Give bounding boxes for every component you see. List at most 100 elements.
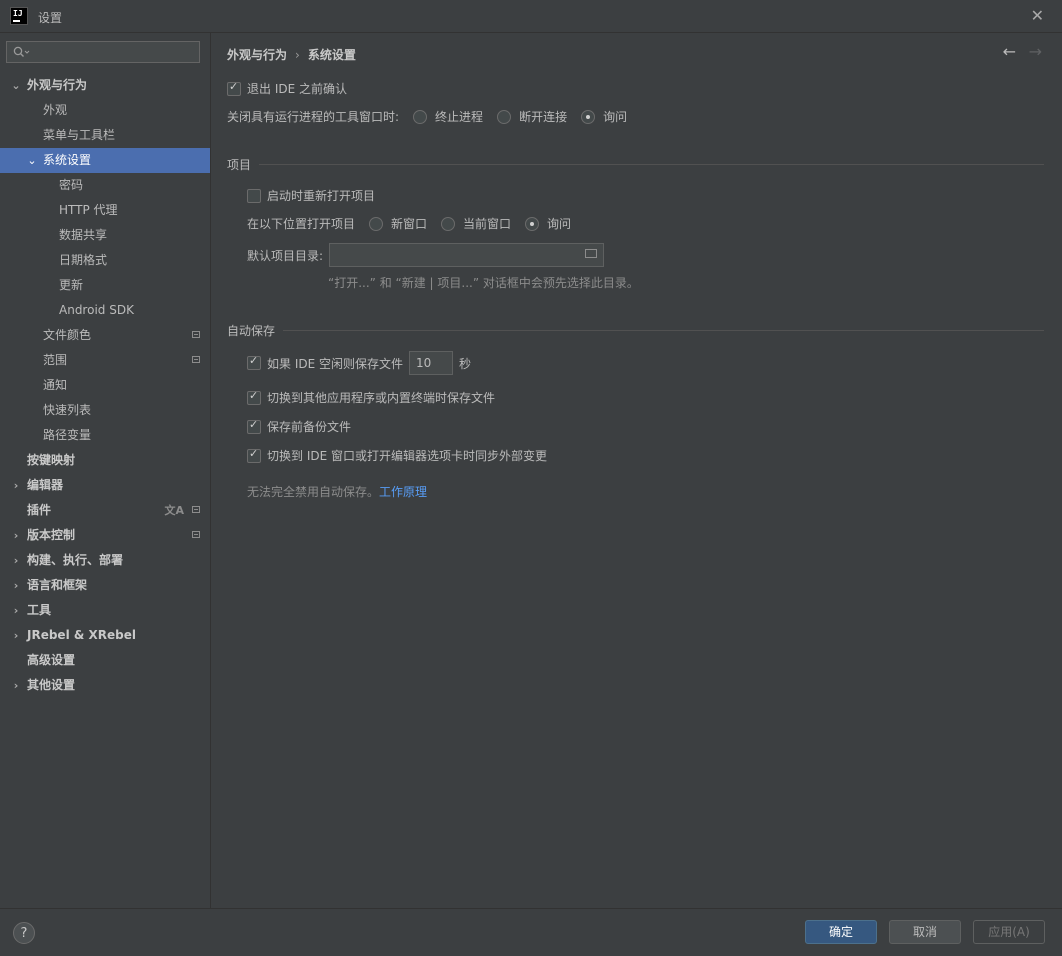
tree-item-appearance[interactable]: 外观 [0, 98, 210, 123]
autosave-header-label: 自动保存 [227, 323, 276, 338]
project-level-icon [192, 506, 200, 513]
tree-item-passwords[interactable]: 密码 [0, 173, 210, 198]
open-ask-radio[interactable] [525, 216, 540, 231]
project-header-label: 项目 [227, 157, 252, 172]
tree-item-label: 快速列表 [43, 403, 92, 417]
chevron-right-icon[interactable]: › [10, 573, 22, 598]
cancel-button[interactable]: 取消 [889, 920, 961, 944]
backup-checkbox[interactable] [247, 418, 261, 434]
tree-item-menus-toolbars[interactable]: 菜单与工具栏 [0, 123, 210, 148]
current-window-radio[interactable] [441, 216, 456, 231]
new-window-radio[interactable] [369, 216, 384, 231]
project-section-header: 项目 [227, 156, 1044, 172]
search-input[interactable] [6, 41, 200, 63]
tree-item-advanced-settings[interactable]: 高级设置 [0, 648, 210, 673]
tree-item-other-settings[interactable]: › 其他设置 [0, 673, 210, 698]
terminate-radio[interactable] [413, 109, 428, 124]
settings-sidebar: ⌄ 外观与行为 外观 菜单与工具栏 ⌄ 系统设置 密码 HTTP 代理 数据共享… [0, 33, 211, 908]
tree-item-label: 编辑器 [27, 478, 64, 492]
how-it-works-link[interactable]: 工作原理 [379, 485, 427, 499]
tree-item-android-sdk[interactable]: Android SDK [0, 298, 210, 323]
folder-icon[interactable] [585, 249, 598, 258]
open-option-current-window[interactable]: 当前窗口 [441, 215, 511, 232]
close-icon[interactable]: ✕ [1031, 6, 1044, 25]
tree-item-label: 系统设置 [43, 153, 92, 167]
tree-item-notifications[interactable]: 通知 [0, 373, 210, 398]
disconnect-radio[interactable] [497, 109, 512, 124]
chevron-right-icon[interactable]: › [10, 473, 22, 498]
apply-button[interactable]: 应用(A) [973, 920, 1045, 944]
chevron-right-icon[interactable]: › [10, 598, 22, 623]
sync-external-checkbox[interactable] [247, 447, 261, 463]
confirm-exit-row[interactable]: 退出 IDE 之前确认 [227, 80, 347, 97]
tree-item-data-sharing[interactable]: 数据共享 [0, 223, 210, 248]
search-icon [13, 46, 30, 57]
close-option-ask[interactable]: 询问 [581, 108, 627, 125]
project-level-icon [192, 356, 200, 363]
tree-item-keymap[interactable]: 按键映射 [0, 448, 210, 473]
ok-button[interactable]: 确定 [805, 920, 877, 944]
confirm-exit-checkbox[interactable] [227, 80, 241, 96]
tree-item-label: 工具 [27, 603, 52, 617]
sync-external-row[interactable]: 切换到 IDE 窗口或打开编辑器选项卡时同步外部变更 [247, 447, 547, 464]
tree-item-languages-frameworks[interactable]: › 语言和框架 [0, 573, 210, 598]
idle-seconds-input[interactable]: 10 [409, 351, 453, 375]
tree-item-updates[interactable]: 更新 [0, 273, 210, 298]
tree-item-date-formats[interactable]: 日期格式 [0, 248, 210, 273]
chevron-down-icon[interactable]: ⌄ [26, 148, 38, 173]
tree-item-label: 高级设置 [27, 653, 76, 667]
backup-row[interactable]: 保存前备份文件 [247, 418, 351, 435]
tree-item-plugins[interactable]: 插件 文A [0, 498, 210, 523]
chevron-down-icon[interactable]: ⌄ [10, 73, 22, 98]
tree-item-label: 日期格式 [59, 253, 108, 267]
idle-save-label: 如果 IDE 空闲则保存文件 [267, 356, 403, 371]
ask-label: 询问 [603, 110, 628, 124]
tree-item-label: 语言和框架 [27, 578, 88, 592]
chevron-right-icon[interactable]: › [10, 623, 22, 648]
back-arrow-icon[interactable]: ← [1003, 42, 1016, 61]
close-tool-window-label: 关闭具有运行进程的工具窗口时: [227, 110, 400, 124]
tree-item-label: Android SDK [59, 303, 134, 317]
disconnect-label: 断开连接 [519, 110, 568, 124]
chevron-right-icon[interactable]: › [10, 548, 22, 573]
switch-app-label: 切换到其他应用程序或内置终端时保存文件 [267, 391, 496, 405]
autosave-section-header: 自动保存 [227, 322, 1044, 338]
tree-item-jrebel[interactable]: › JRebel & XRebel [0, 623, 210, 648]
switch-app-row[interactable]: 切换到其他应用程序或内置终端时保存文件 [247, 389, 495, 406]
forward-arrow-icon: → [1028, 42, 1042, 61]
tree-item-tools[interactable]: › 工具 [0, 598, 210, 623]
close-tool-window-row: 关闭具有运行进程的工具窗口时: 终止进程 断开连接 询问 [227, 108, 627, 125]
chevron-right-icon[interactable]: › [10, 673, 22, 698]
tree-item-label: 路径变量 [43, 428, 92, 442]
tree-item-system-settings[interactable]: ⌄ 系统设置 [0, 148, 210, 173]
tree-item-label: 按键映射 [27, 453, 76, 467]
project-level-icon [192, 531, 200, 538]
tree-item-label: 构建、执行、部署 [27, 553, 124, 567]
idle-save-checkbox[interactable] [247, 354, 261, 370]
tree-item-build-exec-deploy[interactable]: › 构建、执行、部署 [0, 548, 210, 573]
close-option-disconnect[interactable]: 断开连接 [497, 108, 567, 125]
tree-item-http-proxy[interactable]: HTTP 代理 [0, 198, 210, 223]
tree-item-scopes[interactable]: 范围 [0, 348, 210, 373]
tree-item-path-variables[interactable]: 路径变量 [0, 423, 210, 448]
tree-item-file-colors[interactable]: 文件颜色 [0, 323, 210, 348]
switch-app-checkbox[interactable] [247, 389, 261, 405]
default-dir-field[interactable] [329, 243, 605, 267]
close-option-terminate[interactable]: 终止进程 [413, 108, 483, 125]
reopen-checkbox[interactable] [247, 188, 261, 203]
breadcrumb-parent: 外观与行为 [227, 48, 288, 62]
translate-icon: 文A [164, 504, 184, 517]
reopen-row[interactable]: 启动时重新打开项目 [247, 187, 375, 204]
tree-item-version-control[interactable]: › 版本控制 [0, 523, 210, 548]
ask-radio[interactable] [581, 109, 596, 124]
tree-item-label: HTTP 代理 [59, 203, 118, 217]
tree-item-quick-lists[interactable]: 快速列表 [0, 398, 210, 423]
help-button[interactable]: ? [13, 922, 35, 944]
open-option-ask[interactable]: 询问 [525, 215, 571, 232]
tree-item-label: 文件颜色 [43, 328, 92, 342]
tree-item-appearance-behavior[interactable]: ⌄ 外观与行为 [0, 73, 210, 98]
tree-item-editor[interactable]: › 编辑器 [0, 473, 210, 498]
chevron-right-icon[interactable]: › [10, 523, 22, 548]
settings-tree: ⌄ 外观与行为 外观 菜单与工具栏 ⌄ 系统设置 密码 HTTP 代理 数据共享… [0, 73, 210, 698]
open-option-new-window[interactable]: 新窗口 [369, 215, 427, 232]
